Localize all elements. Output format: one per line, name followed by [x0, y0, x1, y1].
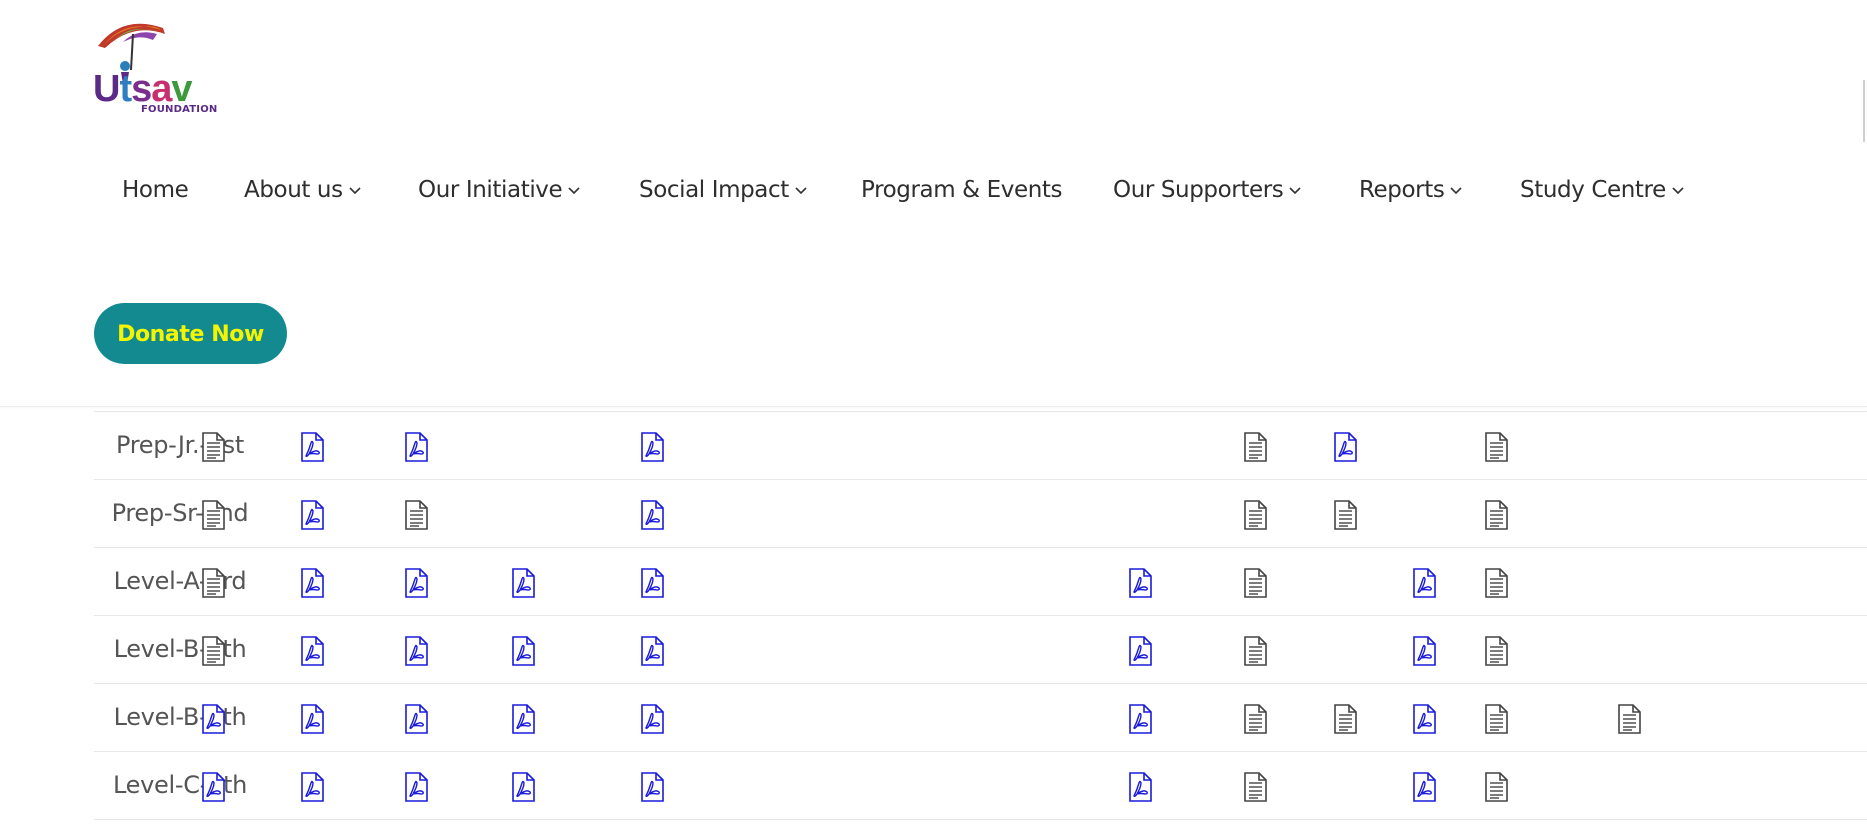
- nav-item-label: Program & Events: [861, 177, 1063, 203]
- row-label: Prep-Jr.-1st: [115, 431, 244, 459]
- pdf-file-icon[interactable]: [402, 636, 430, 666]
- logo-letter: t: [119, 68, 132, 110]
- document-file-icon[interactable]: [199, 636, 227, 666]
- document-file-icon[interactable]: [1615, 704, 1643, 734]
- document-file-icon[interactable]: [199, 432, 227, 462]
- pdf-file-icon[interactable]: [638, 636, 666, 666]
- pdf-file-icon[interactable]: [509, 636, 537, 666]
- document-file-icon[interactable]: [1331, 704, 1359, 734]
- document-file-icon[interactable]: [1241, 432, 1269, 462]
- nav-item-home[interactable]: Home: [122, 170, 189, 210]
- document-file-icon[interactable]: [1241, 568, 1269, 598]
- chevron-down-icon: [1672, 186, 1684, 194]
- worksheet-table: KG-SeniorPrep-Jr.-1stPrep-Sr-2ndLevel-A-…: [94, 376, 1867, 836]
- nav-item-label: About us: [244, 177, 343, 203]
- pdf-file-icon[interactable]: [298, 704, 326, 734]
- nav-item-about-us[interactable]: About us: [244, 170, 361, 210]
- nav-item-our-supporters[interactable]: Our Supporters: [1113, 170, 1301, 210]
- nav-item-label: Our Supporters: [1113, 177, 1284, 203]
- table-row: Prep-Sr-2nd: [94, 480, 1867, 548]
- nav-item-label: Reports: [1359, 177, 1445, 203]
- table-row: Level-B-4th: [94, 616, 1867, 684]
- document-file-icon[interactable]: [1241, 500, 1269, 530]
- pdf-file-icon[interactable]: [298, 568, 326, 598]
- pdf-file-icon[interactable]: [199, 704, 227, 734]
- pdf-file-icon[interactable]: [298, 636, 326, 666]
- document-file-icon[interactable]: [1482, 704, 1510, 734]
- nav-item-label: Social Impact: [639, 177, 789, 203]
- row-label: Prep-Sr-2nd: [111, 499, 249, 527]
- document-file-icon[interactable]: [1241, 704, 1269, 734]
- pdf-file-icon[interactable]: [402, 772, 430, 802]
- chevron-down-icon: [568, 186, 580, 194]
- pdf-file-icon[interactable]: [298, 500, 326, 530]
- logo-wordmark: Utsav: [93, 68, 193, 110]
- logo-letter: U: [93, 68, 120, 110]
- pdf-file-icon[interactable]: [402, 704, 430, 734]
- scroll-indicator: [1863, 80, 1865, 142]
- pdf-file-icon[interactable]: [298, 772, 326, 802]
- table-row: Prep-Jr.-1st: [94, 412, 1867, 480]
- logo-subtitle: FOUNDATION: [141, 104, 218, 115]
- nav-item-label: Study Centre: [1520, 177, 1666, 203]
- pdf-file-icon[interactable]: [1126, 568, 1154, 598]
- row-label: Level-B-5th: [113, 703, 247, 731]
- document-file-icon[interactable]: [1482, 500, 1510, 530]
- site-header: Utsav FOUNDATION Home About us Our Initi…: [0, 0, 1867, 407]
- table-row: Level-A-3rd: [94, 548, 1867, 616]
- nav-item-label: Home: [122, 177, 189, 203]
- pdf-file-icon[interactable]: [1410, 568, 1438, 598]
- pdf-file-icon[interactable]: [1126, 704, 1154, 734]
- table-row: Level-B-5th: [94, 684, 1867, 752]
- pdf-file-icon[interactable]: [638, 432, 666, 462]
- row-label: Level-B-4th: [113, 635, 247, 663]
- document-file-icon[interactable]: [199, 568, 227, 598]
- pdf-file-icon[interactable]: [509, 568, 537, 598]
- nav-item-study-centre[interactable]: Study Centre: [1520, 170, 1684, 210]
- document-file-icon[interactable]: [1241, 772, 1269, 802]
- main-nav: Home About us Our Initiative Social Impa…: [0, 170, 1867, 210]
- document-file-icon[interactable]: [402, 500, 430, 530]
- chevron-down-icon: [795, 186, 807, 194]
- document-file-icon[interactable]: [1482, 568, 1510, 598]
- chevron-down-icon: [1450, 186, 1463, 194]
- utsav-foundation-logo[interactable]: Utsav FOUNDATION: [93, 14, 233, 119]
- nav-item-label: Our Initiative: [418, 177, 563, 203]
- chevron-down-icon: [349, 186, 361, 194]
- document-file-icon[interactable]: [1331, 500, 1359, 530]
- document-file-icon[interactable]: [199, 500, 227, 530]
- pdf-file-icon[interactable]: [1331, 432, 1359, 462]
- pdf-file-icon[interactable]: [1126, 772, 1154, 802]
- document-file-icon[interactable]: [1482, 432, 1510, 462]
- document-file-icon[interactable]: [1482, 636, 1510, 666]
- chevron-down-icon: [1289, 186, 1301, 194]
- pdf-file-icon[interactable]: [509, 772, 537, 802]
- pdf-file-icon[interactable]: [638, 772, 666, 802]
- nav-item-social-impact[interactable]: Social Impact: [639, 170, 807, 210]
- row-label: Level-C-7th: [112, 771, 248, 799]
- pdf-file-icon[interactable]: [638, 704, 666, 734]
- donate-now-button[interactable]: Donate Now: [94, 303, 287, 364]
- pdf-file-icon[interactable]: [1410, 772, 1438, 802]
- pdf-file-icon[interactable]: [199, 772, 227, 802]
- nav-item-reports[interactable]: Reports: [1359, 170, 1463, 210]
- pdf-file-icon[interactable]: [1410, 704, 1438, 734]
- pdf-file-icon[interactable]: [402, 568, 430, 598]
- nav-item-our-initiative[interactable]: Our Initiative: [418, 170, 580, 210]
- pdf-file-icon[interactable]: [509, 704, 537, 734]
- pdf-file-icon[interactable]: [298, 432, 326, 462]
- pdf-file-icon[interactable]: [638, 568, 666, 598]
- pdf-file-icon[interactable]: [1126, 636, 1154, 666]
- pdf-file-icon[interactable]: [638, 500, 666, 530]
- document-file-icon[interactable]: [1241, 636, 1269, 666]
- nav-item-program-events[interactable]: Program & Events: [861, 170, 1062, 210]
- pdf-file-icon[interactable]: [1410, 636, 1438, 666]
- row-label: Level-A-3rd: [113, 567, 247, 595]
- document-file-icon[interactable]: [1482, 772, 1510, 802]
- pdf-file-icon[interactable]: [402, 432, 430, 462]
- table-row: Level-C-7th: [94, 752, 1867, 820]
